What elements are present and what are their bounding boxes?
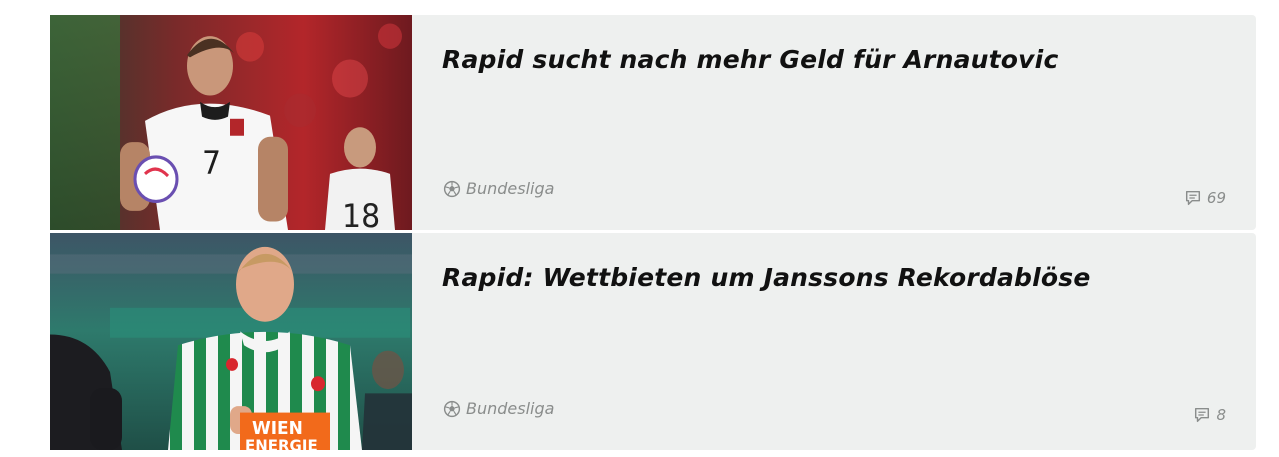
comment-count[interactable]: 8 [1193,406,1226,424]
category-label: Bundesliga [466,399,555,418]
article-list: 18 7 Rapid sucht nach mehr Geld für Arna… [50,15,1256,453]
category-label: Bundesliga [466,179,555,198]
soccer-ball-icon [443,400,461,418]
article-thumbnail[interactable]: 18 7 [50,15,412,230]
soccer-ball-icon [443,180,461,198]
comment-count-value: 69 [1206,189,1226,207]
background-jersey-number: 18 [342,198,380,230]
article-card[interactable]: WIEN ENERGIE Rapid: Wettbieten um Jansso… [50,233,1256,450]
article-title[interactable]: Rapid sucht nach mehr Geld für Arnautovi… [442,45,1058,74]
comment-icon [1193,406,1211,424]
comment-count-value: 8 [1216,406,1226,424]
article-title[interactable]: Rapid: Wettbieten um Janssons Rekordablö… [442,263,1091,292]
player-photo: 18 7 [50,15,412,230]
article-thumbnail[interactable]: WIEN ENERGIE [50,233,412,450]
article-card[interactable]: 18 7 Rapid sucht nach mehr Geld für Arna… [50,15,1256,230]
jersey-number: 7 [202,145,221,182]
player-photo: WIEN ENERGIE [50,233,412,450]
article-category[interactable]: Bundesliga [443,179,554,198]
article-body: Rapid sucht nach mehr Geld für Arnautovi… [412,15,1256,230]
comment-icon [1184,189,1202,207]
article-body: Rapid: Wettbieten um Janssons Rekordablö… [412,233,1256,450]
sponsor-line-2: ENERGIE [245,437,318,450]
comment-count[interactable]: 69 [1184,189,1226,207]
article-category[interactable]: Bundesliga [443,399,554,418]
